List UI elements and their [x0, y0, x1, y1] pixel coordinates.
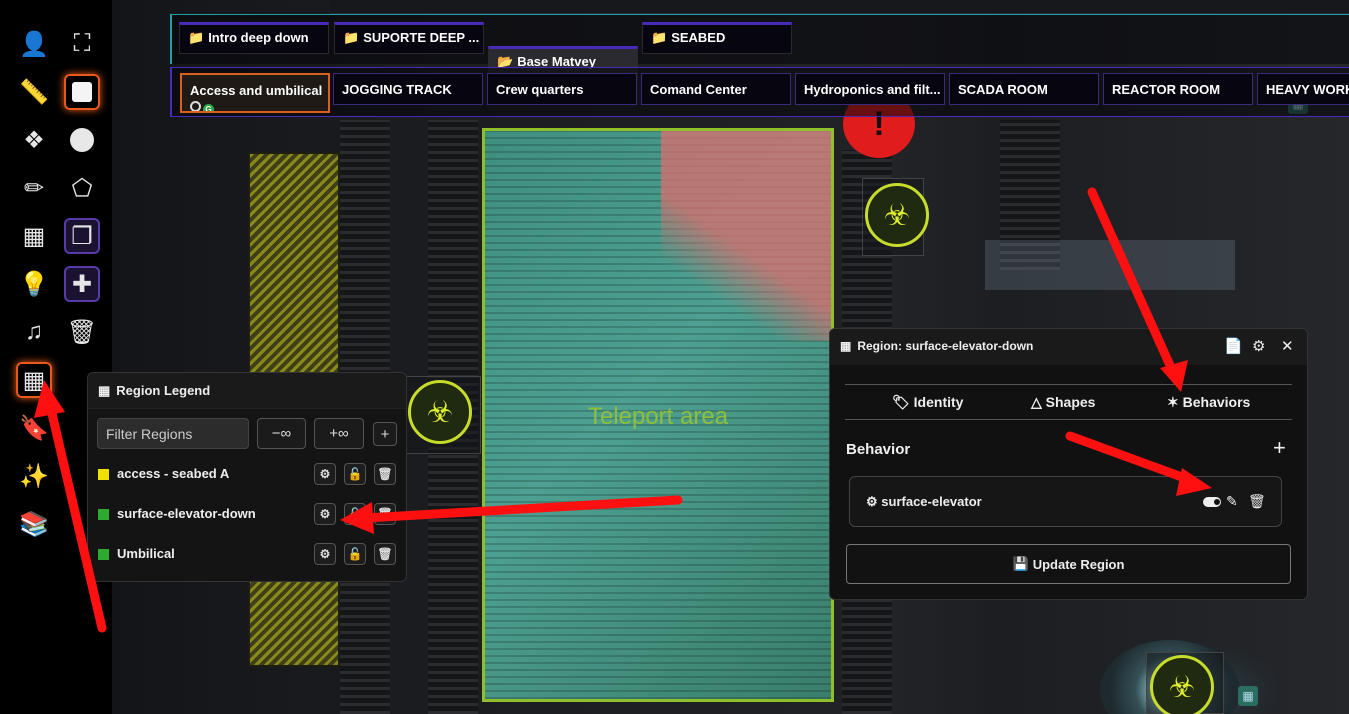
scene-status: G [190, 101, 214, 111]
configure-icon[interactable]: ⚙ [314, 503, 336, 525]
app-root: Teleport area ! ☣ ☣ ☣ ▦ ▦ 📁Intro deep do… [0, 0, 1349, 714]
tag-icon: 🏷 [892, 394, 914, 410]
config-tabs: 🏷 Identity △ Shapes ✶ Behaviors [845, 384, 1292, 420]
scene-reactor-room[interactable]: REACTOR ROOM [1103, 73, 1253, 105]
lock-icon[interactable]: 🔓 [344, 503, 366, 525]
document-icon[interactable]: 📄 [1224, 337, 1243, 355]
terminal-icon[interactable]: ▦ [1238, 686, 1258, 706]
trash-icon[interactable]: 🗑 [374, 463, 396, 485]
configure-icon[interactable]: ⚙ [314, 463, 336, 485]
region-color-swatch [98, 509, 109, 520]
scene-comand-center[interactable]: Comand Center [641, 73, 791, 105]
add-behavior-button[interactable]: + [1273, 435, 1286, 461]
edit-icon[interactable]: ✎ [1226, 493, 1238, 510]
folder-icon: 📁 [188, 30, 205, 45]
square-shape [72, 82, 92, 102]
scene-controls: 👤 ⛶ 📏 ❖ ✏ ⬠ ▦ ❐ 💡 ✚ ♫ 🗑 ▦ 🔖 ✨ 📚 [0, 0, 112, 714]
nav-top-strip [330, 0, 1349, 14]
legend-item[interactable]: surface-elevator-down ⚙ 🔓 🗑 [98, 503, 398, 527]
config-title: Region: surface-elevator-down [857, 339, 1034, 353]
scene-hydroponics[interactable]: Hydroponics and filt... [795, 73, 945, 105]
user-icon[interactable]: 👤 [16, 26, 52, 62]
circle-shape [70, 128, 94, 152]
teleport-label: Teleport area [587, 403, 729, 430]
folder-icon: 📁 [343, 30, 360, 45]
pencil-icon[interactable]: ✏ [16, 170, 52, 206]
square-icon[interactable] [64, 74, 100, 110]
region-config-panel: ▦ Region: surface-elevator-down 📄 ⚙ ✕ 🏷 I… [829, 328, 1308, 600]
red-light-overlay [661, 131, 831, 341]
filter-regions-input[interactable]: Filter Regions [97, 418, 249, 449]
behavior-icon: ✶ [1167, 394, 1183, 410]
alien-token[interactable]: ☣ [865, 183, 929, 247]
behavior-heading: Behavior [846, 441, 911, 458]
wall-icon[interactable]: ▦ [16, 218, 52, 254]
circle-icon[interactable] [64, 122, 100, 158]
lightbulb-icon[interactable]: 💡 [16, 266, 52, 302]
shapes-icon: △ [1031, 394, 1046, 410]
region-grid-icon: ▦ [840, 339, 852, 353]
target-icon [190, 101, 201, 111]
scene-jogging-track[interactable]: JOGGING TRACK [333, 73, 483, 105]
folder-seabed[interactable]: 📁 SEABED [642, 22, 792, 54]
fullscreen-icon[interactable]: ⛶ [64, 26, 100, 62]
region-grid-icon: ▦ [98, 383, 111, 398]
lock-icon[interactable]: 🔓 [344, 543, 366, 565]
behavior-item[interactable]: ⚙ surface-elevator ✎ 🗑 [849, 476, 1282, 527]
region-legend-panel: ▦ Region Legend Filter Regions −∞ +∞ + ac… [87, 372, 407, 582]
trash-icon[interactable]: 🗑 [374, 543, 396, 565]
region-color-swatch [98, 469, 109, 480]
scene-list: Access and umbilical G JOGGING TRACK Cre… [170, 67, 1349, 117]
close-icon[interactable]: ✕ [1281, 337, 1294, 355]
behavior-name: ⚙ surface-elevator [866, 494, 982, 509]
trash-icon[interactable]: 🗑 [1248, 493, 1266, 510]
tab-shapes[interactable]: △ Shapes [1031, 394, 1095, 411]
plus-icon[interactable]: ✚ [64, 266, 100, 302]
scene-scada-room[interactable]: SCADA ROOM [949, 73, 1099, 105]
folder-suporte-deep[interactable]: 📁 SUPORTE DEEP ... [334, 22, 484, 54]
teleport-region[interactable]: Teleport area [482, 128, 834, 702]
configure-icon[interactable]: ⚙ [314, 543, 336, 565]
hide-all-button[interactable]: −∞ [257, 418, 306, 449]
region-grid-icon[interactable]: ▦ [16, 362, 52, 398]
legend-title: Region Legend [116, 383, 211, 398]
ruler-icon[interactable]: 📏 [16, 74, 52, 110]
scene-heavy-work[interactable]: HEAVY WORK [1257, 73, 1349, 105]
trash-icon[interactable]: 🗑 [374, 503, 396, 525]
tab-behaviors[interactable]: ✶ Behaviors [1167, 394, 1250, 411]
legend-header: ▦ Region Legend [88, 373, 406, 409]
music-icon[interactable]: ♫ [16, 314, 52, 350]
polygon-icon[interactable]: ⬠ [64, 170, 100, 206]
trash-icon[interactable]: 🗑 [64, 314, 100, 350]
gear-icon[interactable]: ⚙ [1252, 337, 1265, 355]
add-region-button[interactable]: + [373, 422, 397, 446]
gm-badge: G [203, 104, 214, 111]
show-all-button[interactable]: +∞ [314, 418, 364, 449]
magic-wand-icon[interactable]: ✨ [16, 458, 52, 494]
folder-intro-deep-down[interactable]: 📁 Intro deep down [179, 22, 329, 54]
elevator-icon: ⚙ [866, 494, 882, 509]
overlap-icon[interactable]: ❐ [64, 218, 100, 254]
scene-crew-quarters[interactable]: Crew quarters [487, 73, 637, 105]
alien-token[interactable]: ☣ [1150, 655, 1214, 714]
cubes-icon[interactable]: ❖ [16, 122, 52, 158]
bookmark-icon[interactable]: 🔖 [16, 410, 52, 446]
toggle-icon[interactable] [1203, 497, 1221, 507]
folder-icon: 📁 [651, 30, 668, 45]
scene-access-and-umbilical[interactable]: Access and umbilical G [180, 73, 330, 113]
alien-token[interactable]: ☣ [408, 380, 472, 444]
save-icon: 💾 [1012, 556, 1029, 571]
legend-item[interactable]: Umbilical ⚙ 🔓 🗑 [98, 543, 398, 567]
tab-identity[interactable]: 🏷 Identity [892, 394, 963, 411]
lock-icon[interactable]: 🔓 [344, 463, 366, 485]
light-beam [985, 240, 1235, 290]
library-icon[interactable]: 📚 [16, 506, 52, 542]
scene-folders: 📁 Intro deep down 📁 SUPORTE DEEP ... 📂 Base… [170, 14, 1349, 82]
legend-item[interactable]: access - seabed A ⚙ 🔓 🗑 [98, 463, 398, 487]
update-region-button[interactable]: 💾 Update Region [846, 544, 1291, 584]
region-color-swatch [98, 549, 109, 560]
